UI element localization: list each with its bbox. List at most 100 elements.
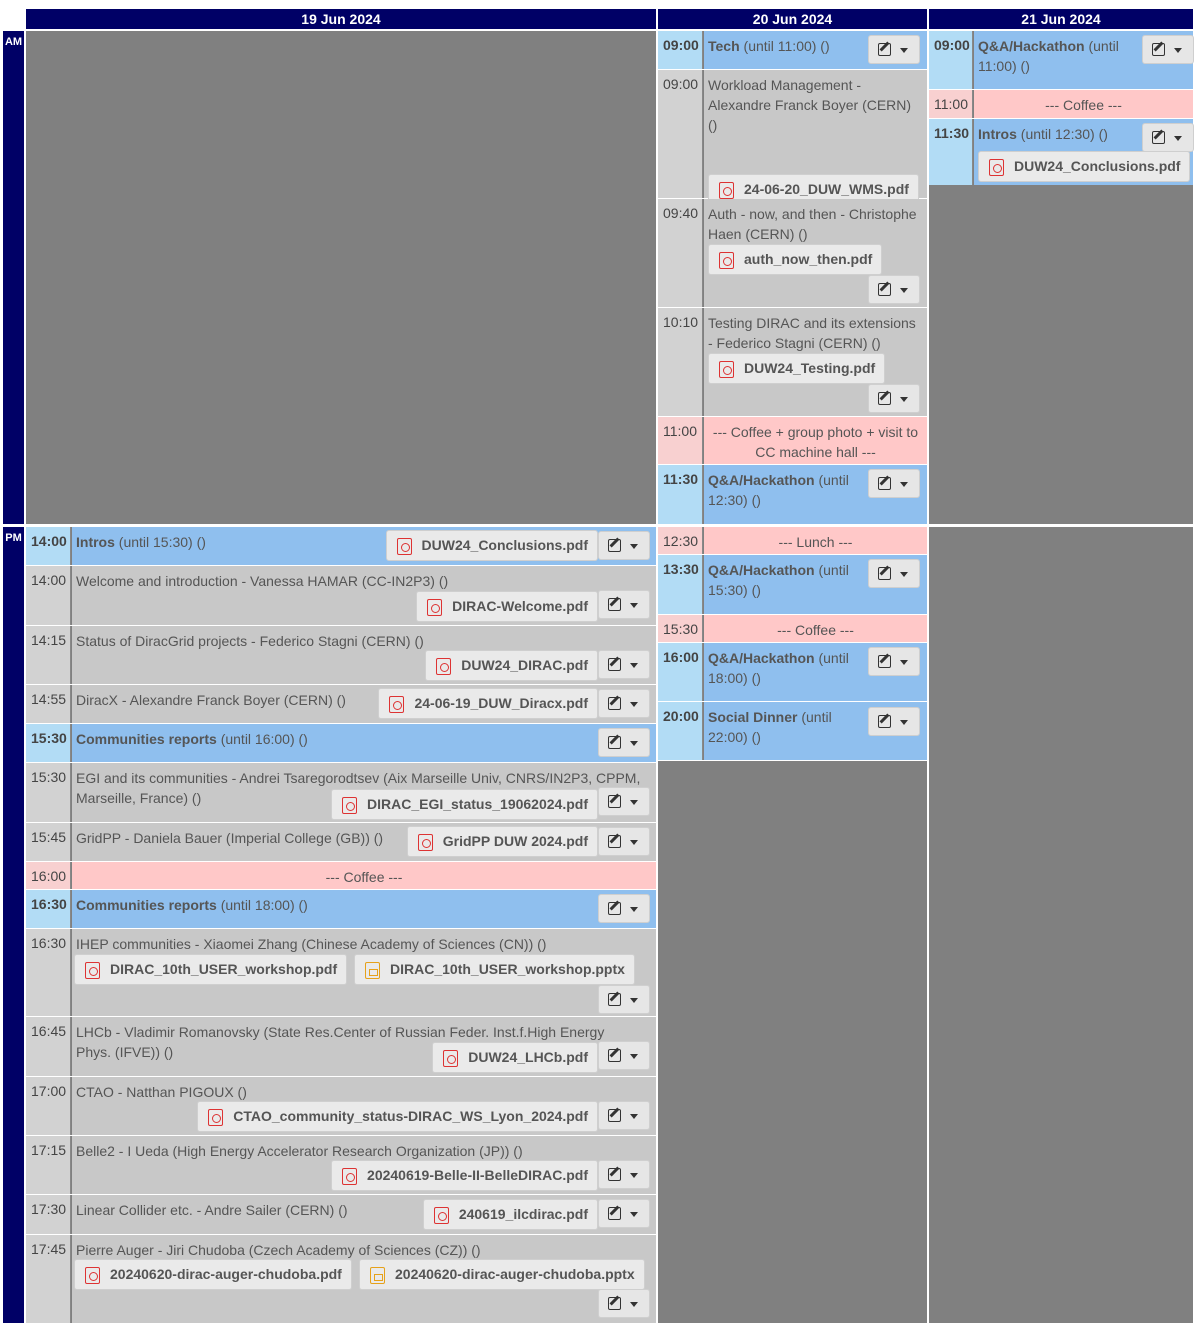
event-title[interactable]: Q&A/Hackathon: [978, 38, 1085, 54]
am-empty-19: [26, 31, 656, 524]
attachment-name: 20240619-Belle-II-BelleDIRAC.pdf: [367, 1167, 588, 1183]
edit-menu-button[interactable]: [868, 469, 920, 498]
event-row[interactable]: 14:00 Intros (until 15:30) () DUW24_Conc…: [26, 527, 656, 566]
edit-menu-button[interactable]: [598, 1101, 650, 1130]
attachment-pdf[interactable]: GridPP DUW 2024.pdf: [406, 826, 598, 857]
edit-menu-button[interactable]: [598, 531, 650, 560]
attachment-pptx[interactable]: 20240620-dirac-auger-chudoba.pptx: [359, 1259, 645, 1290]
event-time: 09:00: [658, 70, 703, 198]
edit-menu-button[interactable]: [1142, 123, 1194, 152]
event-time: 14:00: [26, 527, 71, 565]
edit-menu-button[interactable]: [598, 728, 650, 757]
attachment-pdf[interactable]: 20240619-Belle-II-BelleDIRAC.pdf: [331, 1160, 598, 1191]
contribution-row: 15:30 EGI and its communities - Andrei T…: [26, 763, 656, 823]
event-title[interactable]: Communities reports: [76, 731, 217, 747]
event-time: 09:00: [929, 31, 973, 89]
attachment-pdf[interactable]: CTAO_community_status-DIRAC_WS_Lyon_2024…: [197, 1101, 598, 1132]
contribution-row: 17:00 CTAO - Natthan PIGOUX () CTAO_comm…: [26, 1077, 656, 1136]
event-title[interactable]: Intros: [978, 126, 1017, 142]
attachment-pdf[interactable]: DUW24_LHCb.pdf: [432, 1042, 598, 1073]
edit-icon: [608, 1207, 621, 1220]
edit-menu-button[interactable]: [868, 707, 920, 736]
event-row[interactable]: 13:30 Q&A/Hackathon (until 15:30) (): [658, 555, 927, 615]
attachment-pptx[interactable]: DIRAC_10th_USER_workshop.pptx: [354, 954, 635, 985]
contribution-row: 17:45 Pierre Auger - Jiri Chudoba (Czech…: [26, 1235, 656, 1323]
event-info: (until 12:30) (): [1016, 126, 1108, 142]
break-text: --- Lunch ---: [704, 527, 927, 554]
event-title[interactable]: Q&A/Hackathon: [708, 562, 815, 578]
edit-icon: [878, 283, 891, 296]
caret-down-icon: [630, 800, 638, 805]
event-title[interactable]: Q&A/Hackathon: [708, 472, 815, 488]
day-header-20: 20 Jun 2024: [657, 8, 928, 30]
edit-menu-button[interactable]: [598, 1199, 650, 1228]
attachment-pdf[interactable]: DIRAC_EGI_status_19062024.pdf: [331, 789, 598, 820]
event-row[interactable]: 11:30 Q&A/Hackathon (until 12:30) (): [658, 465, 927, 524]
edit-icon: [878, 655, 891, 668]
edit-menu-button[interactable]: [868, 275, 920, 304]
event-row[interactable]: 16:00 Q&A/Hackathon (until 18:00) (): [658, 643, 927, 702]
attachment-pdf[interactable]: 240619_ilcdirac.pdf: [422, 1199, 598, 1230]
attachment-pdf[interactable]: DIRAC-Welcome.pdf: [416, 591, 598, 622]
edit-menu-button[interactable]: [598, 985, 650, 1014]
attachment-pdf[interactable]: auth_now_then.pdf: [708, 244, 883, 275]
event-time: 16:45: [26, 1017, 71, 1076]
edit-menu-button[interactable]: [868, 647, 920, 676]
pdf-file-icon: [342, 1168, 358, 1185]
attachment-pdf[interactable]: DIRAC_10th_USER_workshop.pdf: [74, 954, 348, 985]
attachment-pdf[interactable]: 20240620-dirac-auger-chudoba.pdf: [74, 1259, 352, 1290]
event-time: 14:55: [26, 685, 71, 723]
edit-menu-button[interactable]: [1142, 35, 1194, 64]
caret-down-icon: [630, 907, 638, 912]
edit-menu-button[interactable]: [598, 1041, 650, 1070]
edit-menu-button[interactable]: [598, 650, 650, 679]
edit-menu-button[interactable]: [868, 384, 920, 413]
pdf-file-icon: [389, 696, 405, 713]
pdf-file-icon: [342, 797, 357, 814]
event-time: 13:30: [658, 555, 703, 614]
edit-icon: [608, 658, 621, 671]
attachment-pdf[interactable]: DUW24_Testing.pdf: [708, 353, 886, 384]
edit-menu-button[interactable]: [598, 894, 650, 923]
edit-menu-button[interactable]: [598, 1160, 650, 1189]
edit-menu-button[interactable]: [868, 559, 920, 588]
event-row[interactable]: 15:30 Communities reports (until 16:00) …: [26, 724, 656, 763]
event-title[interactable]: Tech: [708, 38, 740, 54]
event-title[interactable]: Q&A/Hackathon: [708, 650, 815, 666]
edit-menu-button[interactable]: [868, 35, 920, 64]
edit-menu-button[interactable]: [598, 1289, 650, 1318]
edit-menu-button[interactable]: [598, 787, 650, 816]
edit-icon: [878, 715, 891, 728]
event-row[interactable]: 16:30 Communities reports (until 18:00) …: [26, 890, 656, 929]
edit-icon: [608, 1297, 621, 1310]
attachment-pdf[interactable]: DUW24_Conclusions.pdf: [978, 151, 1191, 182]
edit-icon: [878, 392, 891, 405]
event-time: 17:00: [26, 1077, 71, 1135]
attachment-pdf[interactable]: DUW24_Conclusions.pdf: [385, 530, 598, 561]
edit-menu-button[interactable]: [598, 590, 650, 619]
contribution-row: 14:00 Welcome and introduction - Vanessa…: [26, 566, 656, 626]
event-info: (until 16:00) (): [216, 731, 308, 747]
edit-menu-button[interactable]: [598, 689, 650, 718]
pm-column-20: 12:30 --- Lunch --- 13:30 Q&A/Hackathon …: [658, 527, 927, 1323]
edit-icon: [878, 567, 891, 580]
contribution-row: 17:30 Linear Collider etc. - Andre Saile…: [26, 1195, 656, 1235]
event-time: 09:40: [658, 199, 703, 307]
event-row[interactable]: 11:30 Intros (until 12:30) () DUW24_Conc…: [929, 119, 1194, 185]
edit-menu-button[interactable]: [598, 827, 650, 856]
event-row[interactable]: 09:00 Q&A/Hackathon (until 11:00) (): [929, 31, 1194, 90]
event-row[interactable]: 20:00 Social Dinner (until 22:00) (): [658, 702, 927, 761]
attachment-pdf[interactable]: DUW24_DIRAC.pdf: [425, 650, 598, 681]
caret-down-icon: [1174, 48, 1182, 53]
caret-down-icon: [900, 572, 908, 577]
event-title[interactable]: Social Dinner: [708, 709, 797, 725]
event-row[interactable]: 09:00 Tech (until 11:00) (): [658, 31, 927, 70]
pdf-file-icon: [396, 538, 412, 555]
attachment-pdf[interactable]: 24-06-19_DUW_Diracx.pdf: [378, 688, 598, 719]
event-time: 20:00: [658, 702, 703, 760]
attachment-name: DUW24_Conclusions.pdf: [421, 537, 588, 553]
event-title[interactable]: Communities reports: [76, 897, 217, 913]
event-title[interactable]: Intros: [76, 534, 115, 550]
contribution-row: 14:15 Status of DiracGrid projects - Fed…: [26, 626, 656, 685]
event-time: 17:30: [26, 1195, 71, 1234]
